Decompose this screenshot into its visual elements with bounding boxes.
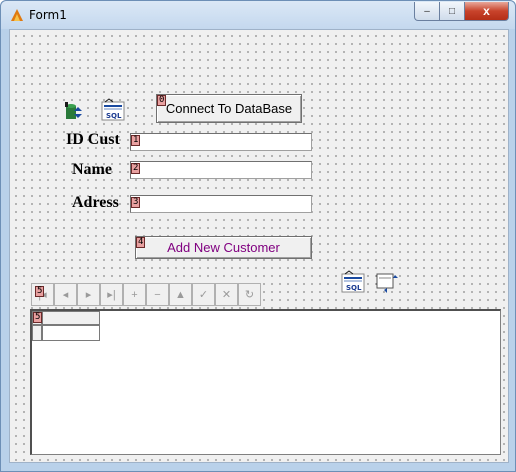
- datasource-component-icon[interactable]: [374, 270, 400, 296]
- tab-order-badge: 5: [33, 312, 43, 323]
- name-label: Name: [72, 161, 112, 178]
- sql-label: SQL: [106, 112, 122, 120]
- navigator-insert-button[interactable]: +: [123, 283, 146, 306]
- navigator-cancel-button[interactable]: ✕: [215, 283, 238, 306]
- sql-label: SQL: [346, 284, 362, 292]
- name-input[interactable]: [130, 161, 312, 179]
- minimize-button[interactable]: –: [414, 2, 440, 21]
- add-new-customer-button[interactable]: Add New Customer: [135, 236, 312, 259]
- db-navigator: |◂◂▸▸|+−▲✓✕↻: [31, 283, 263, 306]
- form1-window: Form1 – □ x SQL Connect To DataBase 0 ID…: [0, 0, 516, 472]
- maximize-button[interactable]: □: [440, 2, 465, 21]
- grid-column-header[interactable]: [42, 311, 100, 325]
- navigator-last-icon: ▸|: [107, 289, 116, 301]
- navigator-prior-icon: ◂: [62, 289, 69, 301]
- navigator-refresh-icon: ↻: [244, 289, 255, 301]
- connect-database-button[interactable]: Connect To DataBase: [156, 94, 302, 123]
- tab-order-badge: 5: [35, 286, 45, 297]
- add-customer-label: Add New Customer: [167, 240, 280, 255]
- form-client-area: SQL Connect To DataBase 0 ID Cust 1 Name…: [9, 29, 509, 463]
- navigator-insert-icon: +: [131, 288, 138, 301]
- tab-order-badge: 3: [131, 197, 141, 208]
- navigator-refresh-button[interactable]: ↻: [238, 283, 261, 306]
- grid-row-indicator: [32, 325, 42, 341]
- tab-order-badge: 0: [157, 95, 167, 106]
- close-icon: x: [483, 4, 490, 18]
- close-button[interactable]: x: [465, 2, 509, 21]
- db-grid[interactable]: 5: [30, 309, 501, 455]
- tab-order-badge: 2: [131, 163, 141, 174]
- navigator-next-icon: ▸: [85, 289, 92, 301]
- navigator-post-icon: ✓: [198, 289, 209, 301]
- maximize-icon: □: [448, 5, 456, 17]
- id-cust-label: ID Cust: [66, 131, 120, 148]
- sql-query-component-icon[interactable]: SQL: [100, 98, 126, 124]
- navigator-next-button[interactable]: ▸: [77, 283, 100, 306]
- navigator-prior-button[interactable]: ◂: [54, 283, 77, 306]
- adress-input[interactable]: [130, 195, 312, 213]
- navigator-post-button[interactable]: ✓: [192, 283, 215, 306]
- navigator-edit-icon: ▲: [175, 288, 186, 301]
- connect-button-label: Connect To DataBase: [165, 101, 293, 116]
- tab-order-badge: 1: [131, 135, 141, 146]
- adress-label: Adress: [72, 194, 119, 211]
- id-cust-input[interactable]: [130, 133, 312, 151]
- navigator-delete-button[interactable]: −: [146, 283, 169, 306]
- app-icon: [11, 9, 23, 21]
- title-bar[interactable]: Form1 – □ x: [1, 1, 515, 29]
- navigator-delete-icon: −: [154, 288, 161, 301]
- window-title: Form1: [29, 8, 67, 22]
- window-controls: – □ x: [414, 2, 509, 21]
- tab-order-badge: 4: [136, 237, 146, 248]
- navigator-last-button[interactable]: ▸|: [100, 283, 123, 306]
- navigator-edit-button[interactable]: ▲: [169, 283, 192, 306]
- minimize-icon: –: [424, 5, 430, 17]
- sql-query2-component-icon[interactable]: SQL: [340, 270, 366, 296]
- database-component-icon[interactable]: [60, 98, 86, 124]
- grid-cell[interactable]: [42, 325, 100, 341]
- navigator-cancel-icon: ✕: [221, 289, 232, 301]
